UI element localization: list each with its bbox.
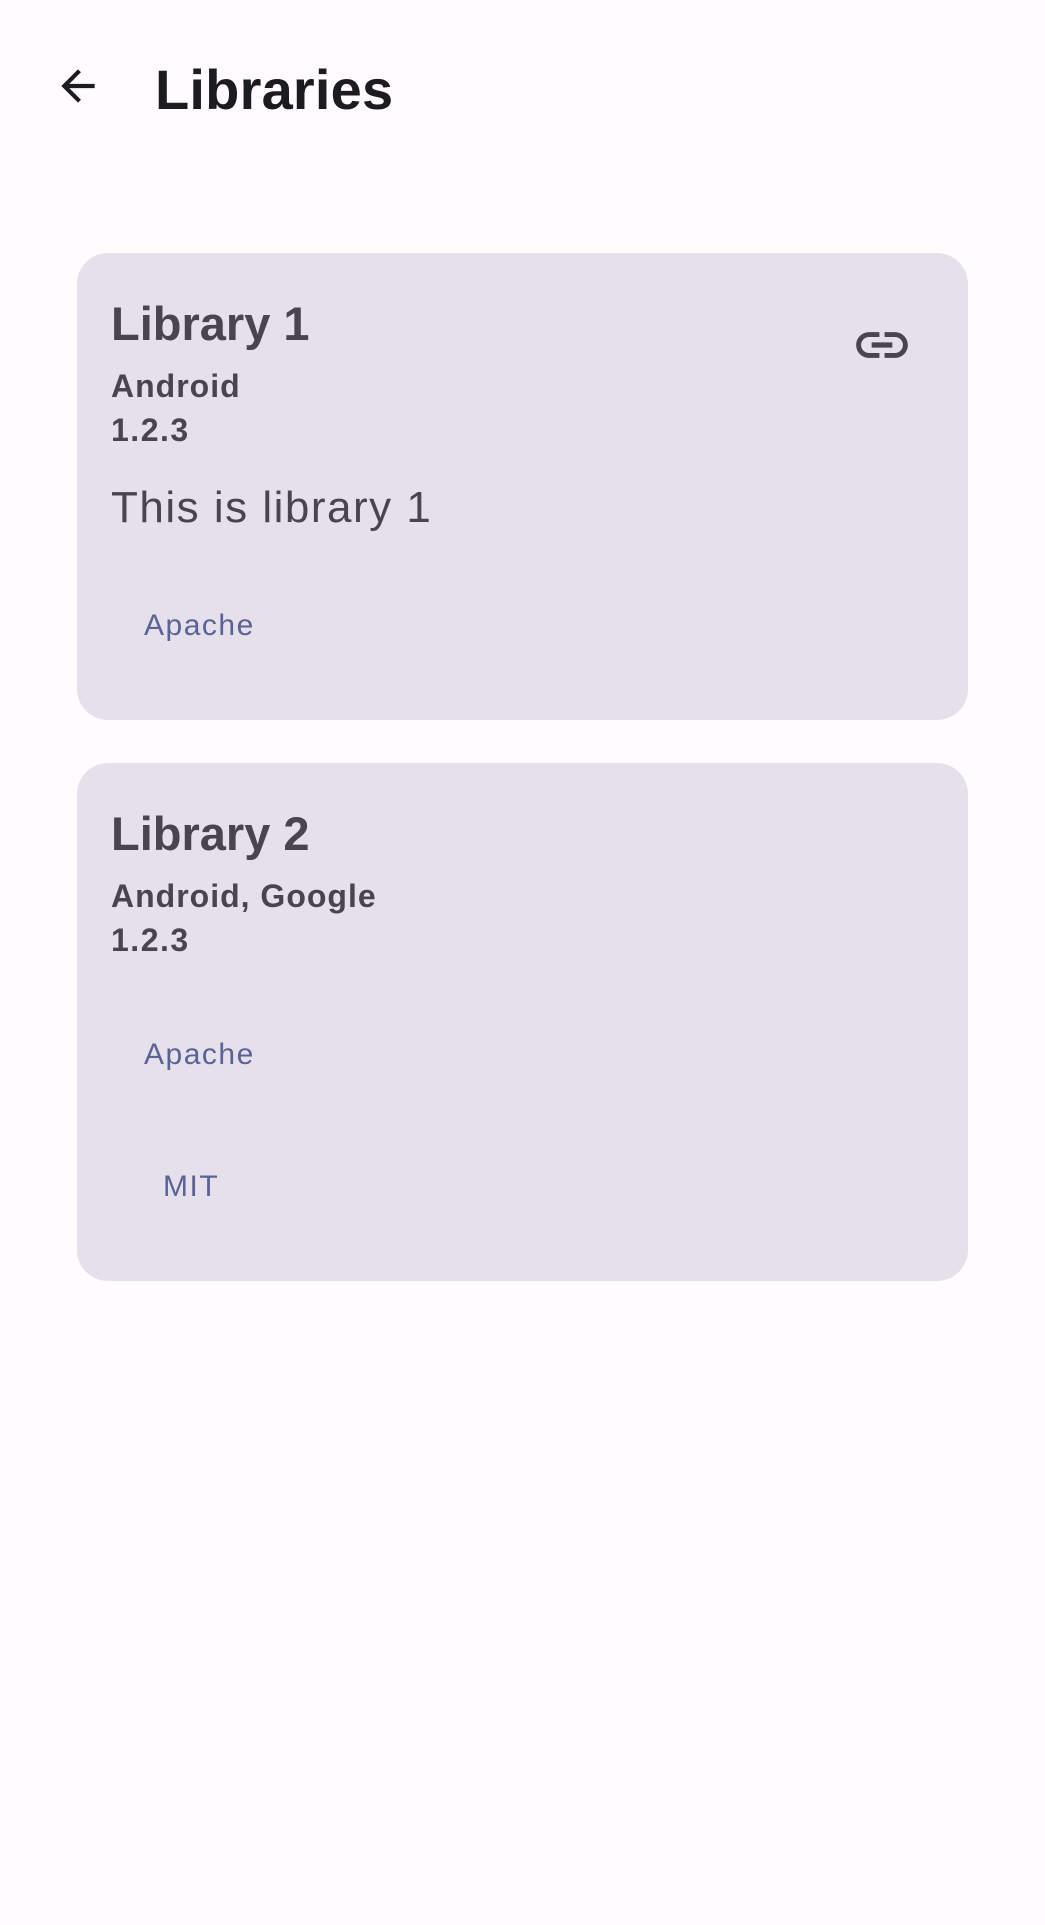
back-button[interactable] xyxy=(39,47,117,125)
license-apache[interactable]: Apache xyxy=(111,1025,273,1085)
library-name: Library 2 xyxy=(111,807,310,860)
library-version: 1.2.3 xyxy=(111,922,190,958)
top-app-bar: Libraries xyxy=(0,0,1045,185)
library-name: Library 1 xyxy=(111,297,310,350)
link-icon xyxy=(856,332,908,358)
arrow-left-icon xyxy=(61,69,95,103)
open-website-button[interactable] xyxy=(840,303,924,387)
library-version: 1.2.3 xyxy=(111,412,190,448)
library-card-2[interactable]: Library 2 Android, Google 1.2.3 Apache M… xyxy=(77,763,968,1281)
library-authors: Android xyxy=(111,368,241,404)
page-title: Libraries xyxy=(155,58,394,121)
library-description: This is library 1 xyxy=(111,483,433,532)
library-card-1[interactable]: Library 1 Android 1.2.3 This is library … xyxy=(77,253,968,720)
license-apache[interactable]: Apache xyxy=(111,596,273,656)
license-mit[interactable]: MIT xyxy=(111,1157,237,1217)
library-authors: Android, Google xyxy=(111,878,377,914)
library-list: Library 1 Android 1.2.3 This is library … xyxy=(77,253,968,1281)
